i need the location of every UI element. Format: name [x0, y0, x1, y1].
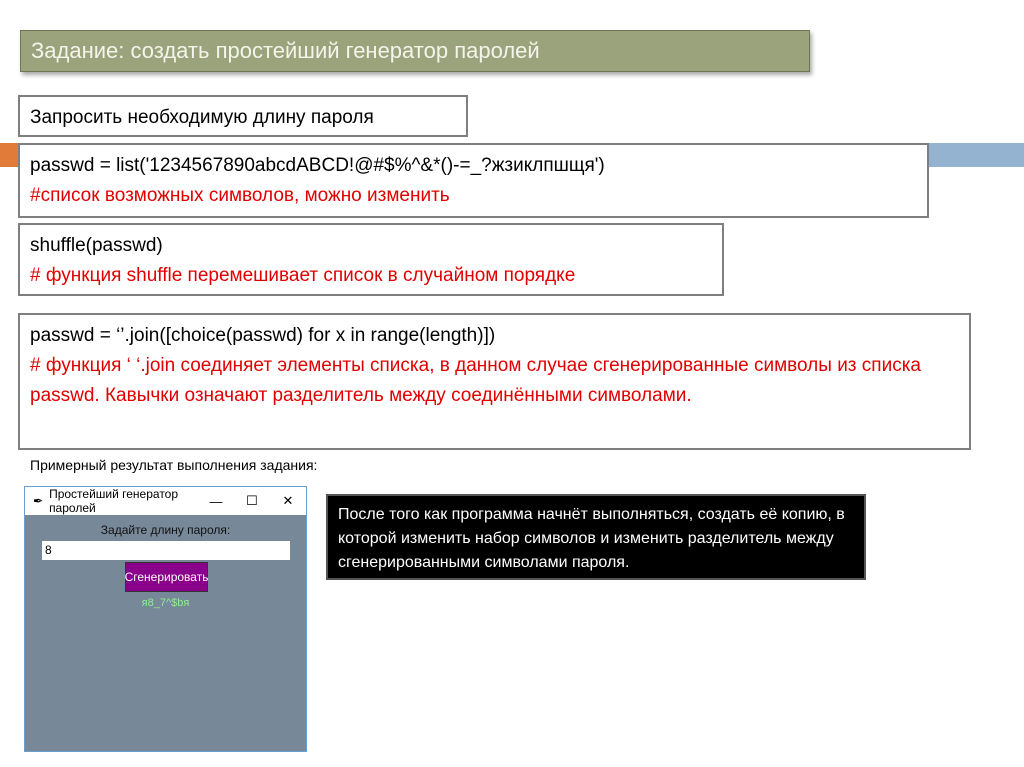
- app-window: ✒ Простейший генератор паролей — ☐ ✕ Зад…: [24, 486, 307, 752]
- window-titlebar: ✒ Простейший генератор паролей — ☐ ✕: [25, 487, 306, 515]
- step-join: passwd = ‘’.join([choice(passwd) for x i…: [18, 313, 971, 450]
- code-comment: # функция shuffle перемешивает список в …: [30, 265, 576, 286]
- password-result: я8_7^$bя: [141, 597, 190, 609]
- step-charset: passwd = list('1234567890abcdABCD!@#$%^&…: [18, 143, 929, 218]
- caption: Примерный результат выполнения задания:: [30, 457, 318, 473]
- code-comment: # функция ‘ ‘.join соединяет элементы сп…: [30, 355, 921, 406]
- length-label: Задайте длину пароля:: [100, 523, 231, 537]
- close-button[interactable]: ✕: [270, 493, 306, 509]
- code-line: passwd = ‘’.join([choice(passwd) for x i…: [30, 325, 496, 346]
- length-input[interactable]: 8: [42, 541, 290, 560]
- task-note: После того как программа начнёт выполнят…: [326, 494, 866, 580]
- window-title: Простейший генератор паролей: [49, 487, 179, 515]
- maximize-button[interactable]: ☐: [234, 493, 270, 509]
- code-line: shuffle(passwd): [30, 235, 163, 256]
- feather-icon: ✒: [33, 494, 44, 508]
- step-request-length: Запросить необходимую длину пароля: [18, 95, 468, 137]
- slide-title: Задание: создать простейший генератор па…: [20, 30, 810, 72]
- step-shuffle: shuffle(passwd) # функция shuffle переме…: [18, 223, 724, 296]
- minimize-button[interactable]: —: [198, 494, 234, 509]
- code-line: passwd = list('1234567890abcdABCD!@#$%^&…: [30, 155, 605, 176]
- generate-button[interactable]: Сгенерировать: [125, 562, 208, 592]
- code-comment: #список возможных символов, можно измени…: [30, 185, 450, 206]
